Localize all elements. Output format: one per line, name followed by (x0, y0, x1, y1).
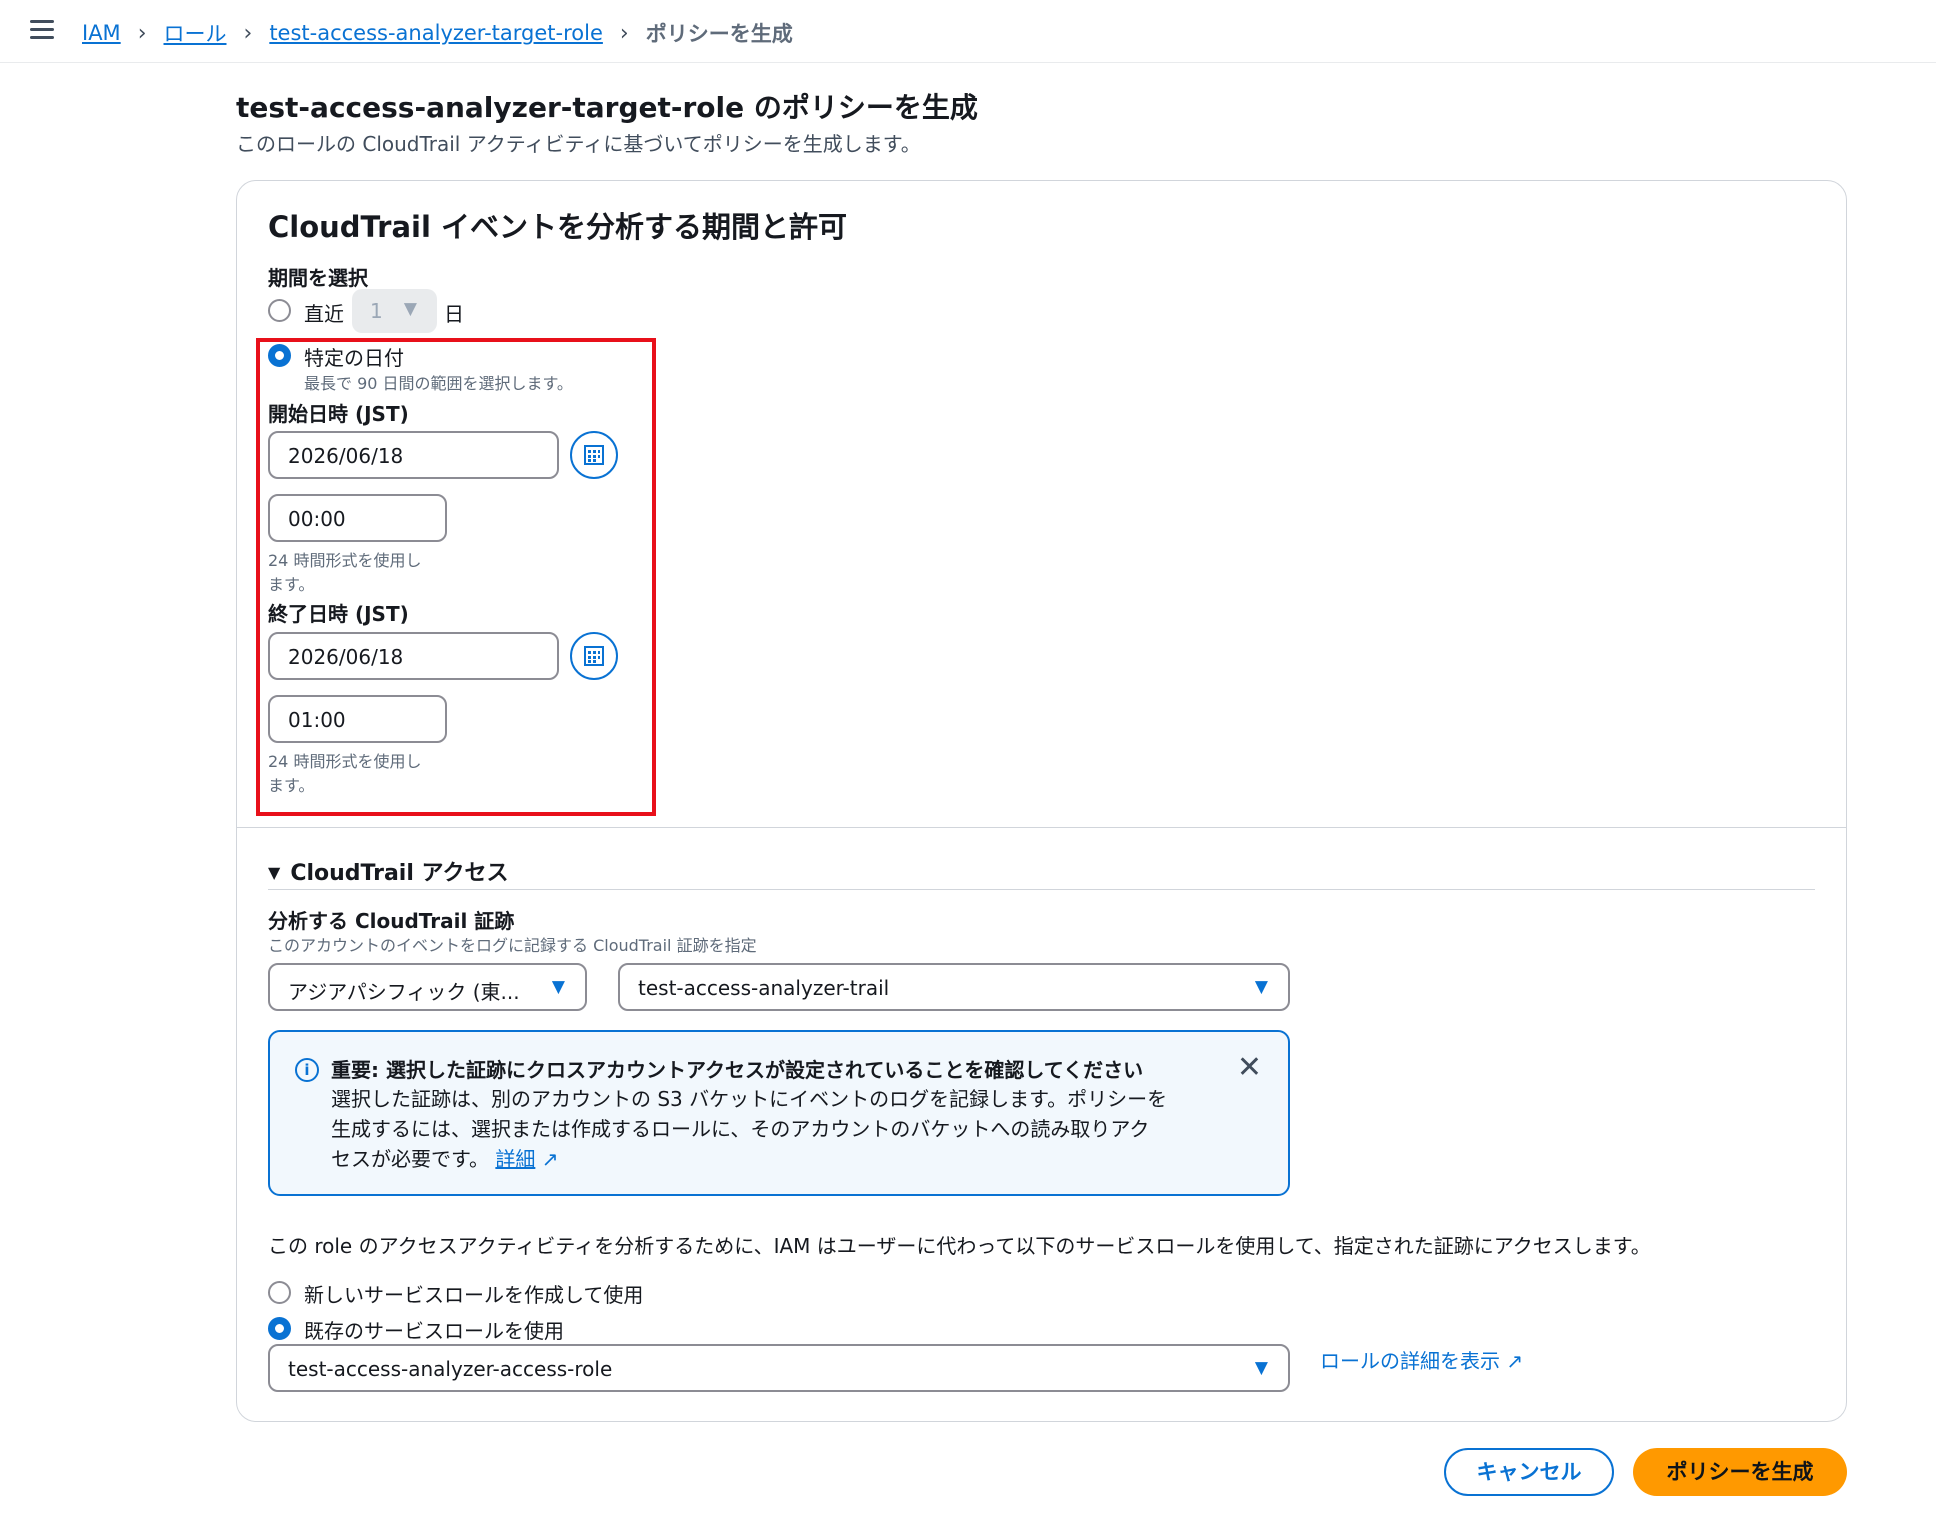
hamburger-menu-icon[interactable] (30, 20, 54, 40)
radio-existing-service-role[interactable] (268, 1317, 291, 1340)
recent-days-select[interactable]: 1 ▼ (352, 289, 437, 333)
region-value: アジアパシフィック (東... (288, 980, 520, 1004)
chevron-right-icon: › (243, 20, 253, 46)
alert-body-line-3: セスが必要です。 詳細 ↗ (331, 1144, 1231, 1174)
role-details-text: ロールの詳細を表示 (1320, 1349, 1500, 1373)
breadcrumb-current: ポリシーを生成 (645, 22, 793, 46)
alert-details-link[interactable]: 詳細 (495, 1147, 535, 1171)
chevron-right-icon: › (137, 20, 147, 46)
top-navigation: IAM › ロール › test-access-analyzer-target-… (0, 0, 1936, 63)
radio-recent[interactable] (268, 299, 291, 322)
alert-body-text-3: セスが必要です。 (331, 1147, 489, 1171)
radio-specific-date[interactable] (268, 344, 291, 367)
service-role-value: test-access-analyzer-access-role (288, 1357, 613, 1381)
start-time-hint-2: ます。 (268, 575, 315, 594)
caret-down-icon: ▼ (551, 977, 565, 997)
existing-role-label: 既存のサービスロールを使用 (304, 1319, 564, 1343)
alert-heading: 重要: 選択した証跡にクロスアカウントアクセスが設定されていることを確認してくだ… (331, 1058, 1144, 1082)
expander-divider (268, 889, 1815, 890)
breadcrumb-roles[interactable]: ロール (164, 18, 227, 48)
recent-unit: 日 (444, 302, 464, 326)
cancel-button[interactable]: キャンセル (1444, 1448, 1614, 1496)
period-section-title: CloudTrail イベントを分析する期間と許可 (268, 210, 847, 244)
section-divider (237, 827, 1846, 828)
specific-date-label: 特定の日付 (304, 346, 404, 370)
start-time-hint-1: 24 時間形式を使用し (268, 551, 422, 570)
chevron-right-icon: › (619, 20, 629, 46)
breadcrumb: IAM › ロール › test-access-analyzer-target-… (82, 18, 793, 48)
period-select-label: 期間を選択 (268, 266, 368, 290)
start-time-input[interactable]: 00:00 (268, 494, 447, 542)
trail-select[interactable]: test-access-analyzer-trail ▼ (618, 963, 1290, 1011)
info-icon: i (295, 1058, 319, 1082)
alert-body-line-1: 選択した証跡は、別のアカウントの S3 バケットにイベントのログを記録します。ポ… (331, 1087, 1168, 1111)
page-title: test-access-analyzer-target-role のポリシーを生… (236, 91, 978, 124)
breadcrumb-iam[interactable]: IAM (82, 21, 121, 45)
breadcrumb-role[interactable]: test-access-analyzer-target-role (269, 21, 603, 45)
end-time-hint-1: 24 時間形式を使用し (268, 752, 422, 771)
trail-value: test-access-analyzer-trail (638, 976, 890, 1000)
start-date-input[interactable]: 2026/06/18 (268, 431, 559, 479)
radio-new-service-role[interactable] (268, 1281, 291, 1304)
new-role-label: 新しいサービスロールを作成して使用 (304, 1283, 644, 1307)
recent-label: 直近 (304, 302, 344, 326)
external-link-icon: ↗ (1506, 1349, 1524, 1373)
caret-down-icon: ▼ (1254, 977, 1268, 997)
page-description: このロールの CloudTrail アクティビティに基づいてポリシーを生成します… (236, 132, 921, 156)
end-time-input[interactable]: 01:00 (268, 695, 447, 743)
caret-down-icon: ▼ (1254, 1358, 1268, 1378)
cloudtrail-access-toggle[interactable]: ▼ CloudTrail アクセス (268, 855, 508, 887)
caret-down-icon: ▼ (403, 299, 417, 319)
cloudtrail-access-title: CloudTrail アクセス (290, 861, 509, 886)
end-time-hint-2: ます。 (268, 776, 315, 795)
end-date-input[interactable]: 2026/06/18 (268, 632, 559, 680)
alert-body-line-2: 生成するには、選択または作成するロールに、そのアカウントのバケットへの読み取りア… (331, 1117, 1150, 1141)
external-link-icon: ↗ (541, 1147, 559, 1171)
trail-hint: このアカウントのイベントをログに記録する CloudTrail 証跡を指定 (268, 936, 757, 955)
caret-down-icon: ▼ (268, 863, 281, 882)
service-role-note: この role のアクセスアクティビティを分析するために、IAM はユーザーに代… (268, 1234, 1651, 1258)
role-details-link[interactable]: ロールの詳細を表示 ↗ (1320, 1345, 1523, 1374)
region-select[interactable]: アジアパシフィック (東... ▼ (268, 963, 587, 1011)
service-role-select[interactable]: test-access-analyzer-access-role ▼ (268, 1344, 1290, 1392)
end-datetime-label: 終了日時 (JST) (268, 602, 409, 626)
calendar-icon[interactable] (570, 431, 618, 479)
start-datetime-label: 開始日時 (JST) (268, 402, 409, 426)
recent-days-value: 1 (370, 299, 383, 323)
alert-body: 選択した証跡は、別のアカウントの S3 バケットにイベントのログを記録します。ポ… (331, 1084, 1231, 1174)
generate-policy-button[interactable]: ポリシーを生成 (1633, 1448, 1847, 1496)
cross-account-alert: i 重要: 選択した証跡にクロスアカウントアクセスが設定されていることを確認して… (268, 1030, 1290, 1196)
close-icon[interactable]: ✕ (1237, 1050, 1262, 1085)
specific-date-hint: 最長で 90 日間の範囲を選択します。 (304, 374, 573, 393)
calendar-icon[interactable] (570, 632, 618, 680)
trail-label: 分析する CloudTrail 証跡 (268, 909, 515, 933)
